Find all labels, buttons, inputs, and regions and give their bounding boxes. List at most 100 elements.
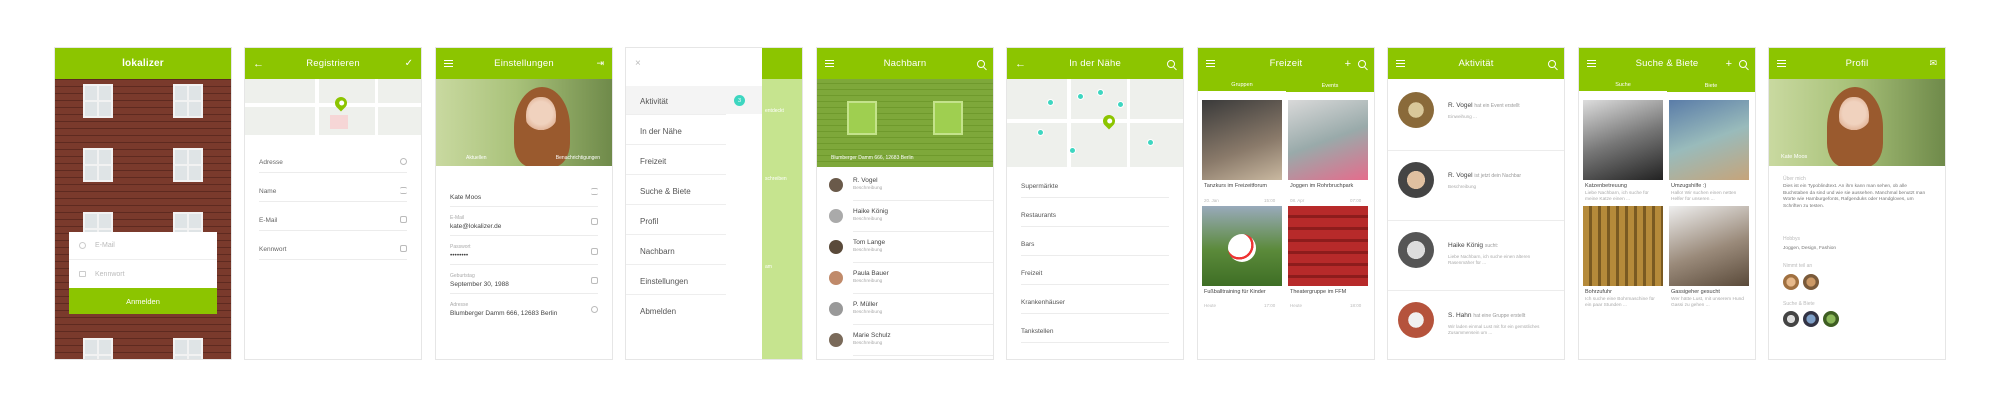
post-title[interactable]: Gassigeher gesucht xyxy=(1671,289,1720,295)
menu-item-profile[interactable]: Profil xyxy=(640,217,722,226)
category-item[interactable]: Freizeit xyxy=(1021,270,1042,277)
divider xyxy=(853,293,993,294)
menu-item-settings[interactable]: Einstellungen xyxy=(640,277,722,286)
avatar[interactable] xyxy=(829,302,843,316)
login-button[interactable]: Anmelden xyxy=(69,288,217,314)
group-thumbnail[interactable] xyxy=(1783,274,1799,290)
group-tile-image[interactable] xyxy=(1202,206,1282,286)
menu-icon[interactable] xyxy=(1587,48,1596,79)
password-value[interactable]: •••••••• xyxy=(450,252,468,259)
group-tile-image[interactable] xyxy=(1288,100,1368,180)
avatar[interactable] xyxy=(1398,92,1434,128)
address-value[interactable]: Blumberger Damm 666, 12683 Berlin xyxy=(450,310,557,317)
menu-item-activity[interactable]: Aktivität xyxy=(640,97,722,106)
poi-marker[interactable] xyxy=(1097,89,1104,96)
tab-groups[interactable]: Gruppen xyxy=(1198,79,1286,92)
search-icon[interactable] xyxy=(1739,59,1747,68)
category-item[interactable]: Supermärkte xyxy=(1021,183,1058,190)
menu-icon[interactable] xyxy=(1396,48,1405,79)
poi-marker[interactable] xyxy=(1069,147,1076,154)
post-tile-image[interactable] xyxy=(1583,206,1663,286)
avatar[interactable] xyxy=(829,271,843,285)
poi-marker[interactable] xyxy=(1037,129,1044,136)
post-tile-image[interactable] xyxy=(1669,206,1749,286)
search-icon[interactable] xyxy=(1358,59,1366,68)
group-title[interactable]: Joggen im Rohrbruchpark xyxy=(1290,183,1353,189)
email-value[interactable]: kate@lokalizer.de xyxy=(450,223,501,230)
post-title[interactable]: Katzenbetreuung xyxy=(1585,183,1627,189)
activity-user[interactable]: Haike König xyxy=(1448,242,1483,249)
birthday-value[interactable]: September 30, 1988 xyxy=(450,281,509,288)
avatar[interactable] xyxy=(829,178,843,192)
add-icon[interactable]: + xyxy=(1726,58,1732,70)
post-title[interactable]: Bohrzufuhr xyxy=(1585,289,1612,295)
check-icon[interactable]: ✓ xyxy=(405,48,413,79)
tab-offer[interactable]: Biete xyxy=(1667,79,1755,92)
group-tile-image[interactable] xyxy=(1288,206,1368,286)
neighbor-name[interactable]: Haike König xyxy=(853,208,888,215)
activity-user[interactable]: R. Vogel xyxy=(1448,102,1473,109)
category-item[interactable]: Krankenhäuser xyxy=(1021,299,1065,306)
avatar[interactable] xyxy=(1398,162,1434,198)
menu-item-logout[interactable]: Abmelden xyxy=(640,307,722,316)
add-icon[interactable]: + xyxy=(1345,58,1351,70)
group-title[interactable]: Tanzkurs im Freizeitforum xyxy=(1204,183,1267,189)
avatar[interactable] xyxy=(829,240,843,254)
search-icon[interactable] xyxy=(1167,48,1175,79)
nearby-map[interactable] xyxy=(1007,79,1183,167)
tab-events[interactable]: Events xyxy=(1286,79,1374,92)
category-item[interactable]: Tankstellen xyxy=(1021,328,1054,335)
post-tile-image[interactable] xyxy=(1669,100,1749,180)
menu-icon[interactable] xyxy=(1777,48,1786,79)
search-icon[interactable] xyxy=(1548,48,1556,79)
avatar[interactable] xyxy=(1398,232,1434,268)
post-tile-image[interactable] xyxy=(1583,100,1663,180)
avatar[interactable] xyxy=(829,209,843,223)
back-arrow-icon[interactable]: ← xyxy=(253,48,264,79)
neighbor-name[interactable]: Marie Schulz xyxy=(853,332,891,339)
post-title[interactable]: Umzugshilfe :) xyxy=(1671,183,1706,189)
offer-thumbnail[interactable] xyxy=(1803,311,1819,327)
category-item[interactable]: Restaurants xyxy=(1021,212,1056,219)
group-tile-image[interactable] xyxy=(1202,100,1282,180)
menu-icon[interactable] xyxy=(444,48,453,79)
menu-icon[interactable] xyxy=(1206,48,1215,79)
offer-thumbnail[interactable] xyxy=(1783,311,1799,327)
neighbor-name[interactable]: Tom Lange xyxy=(853,239,885,246)
group-thumbnail[interactable] xyxy=(1803,274,1819,290)
offer-thumbnail[interactable] xyxy=(1823,311,1839,327)
poi-marker[interactable] xyxy=(1047,99,1054,106)
poi-marker[interactable] xyxy=(1117,101,1124,108)
field-label: E-Mail xyxy=(259,217,278,224)
map-view[interactable] xyxy=(245,79,421,135)
poi-marker[interactable] xyxy=(1147,139,1154,146)
group-title[interactable]: Theatergruppe im FFM xyxy=(1290,289,1346,295)
group-title[interactable]: Fußballtraining für Kinder xyxy=(1204,289,1266,295)
name-value[interactable]: Kate Moos xyxy=(450,194,481,201)
photo-right-label[interactable]: Benachrichtigungen xyxy=(556,155,600,161)
avatar[interactable] xyxy=(829,333,843,347)
mail-icon[interactable]: ✉ xyxy=(1929,48,1937,79)
menu-icon[interactable] xyxy=(825,48,834,79)
activity-user[interactable]: R. Vogel xyxy=(1448,172,1473,179)
neighbor-name[interactable]: R. Vogel xyxy=(853,177,878,184)
menu-item-nearby[interactable]: In der Nähe xyxy=(640,127,722,136)
email-field[interactable]: E-Mail xyxy=(69,232,217,260)
back-arrow-icon[interactable]: ← xyxy=(1015,48,1026,79)
menu-item-neighbors[interactable]: Nachbarn xyxy=(640,247,722,256)
neighbor-name[interactable]: P. Müller xyxy=(853,301,878,308)
tab-search[interactable]: Suche xyxy=(1579,79,1667,92)
password-field[interactable]: Kennwort xyxy=(69,260,217,288)
close-icon[interactable]: × xyxy=(635,58,641,69)
poi-marker[interactable] xyxy=(1077,93,1084,100)
menu-item-leisure[interactable]: Freizeit xyxy=(640,157,722,166)
search-icon[interactable] xyxy=(977,48,985,79)
category-item[interactable]: Bars xyxy=(1021,241,1034,248)
about-text: Dies ist ein Typoblindtext. An ihm kann … xyxy=(1783,184,1926,209)
logout-icon[interactable]: ⇥ xyxy=(596,48,604,79)
neighbor-name[interactable]: Paula Bauer xyxy=(853,270,889,277)
activity-user[interactable]: S. Hahn xyxy=(1448,312,1472,319)
photo-left-label[interactable]: Aktuellen xyxy=(466,155,487,161)
avatar[interactable] xyxy=(1398,302,1434,338)
menu-item-search-offer[interactable]: Suche & Biete xyxy=(640,187,722,196)
